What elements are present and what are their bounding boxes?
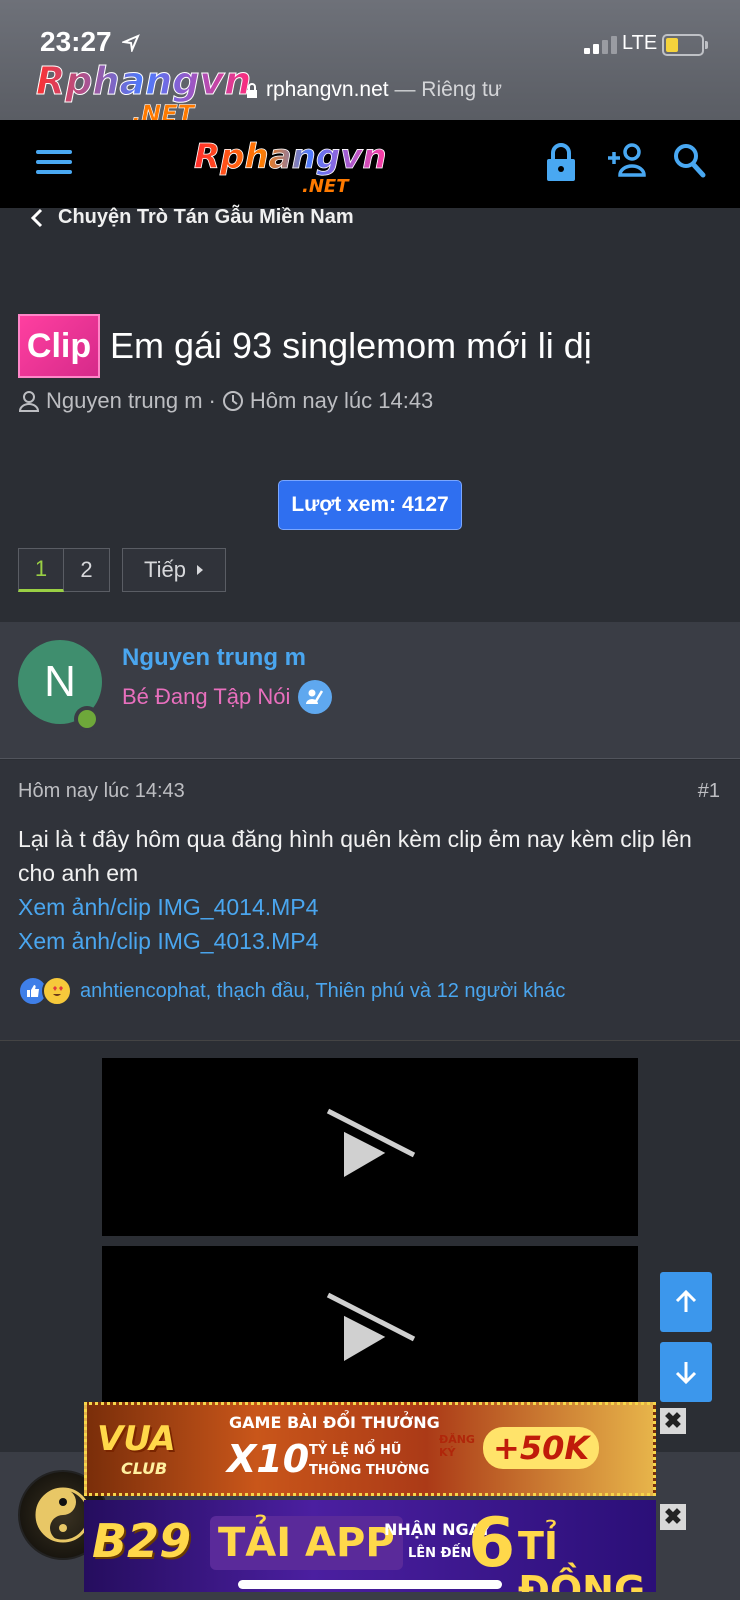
next-page-label: Tiếp bbox=[144, 557, 186, 582]
register-user-icon[interactable] bbox=[604, 142, 646, 178]
page-2-button[interactable]: 2 bbox=[64, 548, 110, 592]
post-message: Lại là t đây hôm qua đăng hình quên kèm … bbox=[18, 822, 718, 958]
reactions-bar[interactable]: anhtiencophat, thạch đầu, Thiên phú và 1… bbox=[18, 976, 565, 1006]
clock-icon bbox=[222, 391, 243, 411]
post-username[interactable]: Nguyen trung m bbox=[122, 644, 306, 672]
ad1-x10: X10 bbox=[227, 1437, 310, 1481]
post-text: Lại là t đây hôm qua đăng hình quên kèm … bbox=[18, 826, 692, 886]
ad1-bonus: +50K bbox=[483, 1427, 600, 1469]
ad1-line1: GAME BÀI ĐỔI THƯỞNG bbox=[229, 1413, 440, 1432]
ad1-brand: VUA bbox=[97, 1419, 176, 1459]
caret-right-icon bbox=[196, 565, 203, 575]
scroll-down-button[interactable] bbox=[660, 1342, 712, 1402]
login-lock-icon[interactable] bbox=[546, 142, 576, 182]
search-icon[interactable] bbox=[672, 142, 706, 178]
url-privacy: — Riêng tư bbox=[394, 78, 502, 101]
ad2-amount: 6 bbox=[468, 1504, 516, 1583]
svg-text:Rphangvn: Rphangvn bbox=[194, 137, 387, 177]
page-1-button[interactable]: 1 bbox=[18, 548, 64, 592]
ad1-rate2: THÔNG THƯỜNG bbox=[309, 1463, 430, 1478]
url-domain: rphangvn.net bbox=[266, 78, 389, 101]
rank-badge-icon bbox=[298, 680, 333, 714]
thread-author[interactable]: Nguyen trung m bbox=[46, 388, 203, 414]
ad2-line2: LÊN ĐẾN bbox=[408, 1546, 472, 1561]
site-logo-small: Rphangvn .NET bbox=[36, 59, 252, 127]
ad1-rate1: TỶ LỆ NỔ HŨ bbox=[309, 1443, 402, 1458]
location-arrow-icon bbox=[122, 34, 140, 52]
breadcrumb-label: Chuyện Trò Tán Gẫu Miền Nam bbox=[58, 206, 354, 228]
signal-icon bbox=[584, 36, 617, 54]
reactions-users[interactable]: anhtiencophat, thạch đầu, Thiên phú và 1… bbox=[80, 980, 565, 1003]
video-player-2[interactable] bbox=[102, 1246, 638, 1416]
meta-separator: · bbox=[208, 388, 216, 413]
thread-time[interactable]: Hôm nay lúc 14:43 bbox=[250, 388, 433, 414]
pagination: 1 2 Tiếp bbox=[18, 548, 226, 592]
thread-meta: Nguyen trung m · Hôm nay lúc 14:43 bbox=[18, 388, 433, 414]
breadcrumb[interactable]: Chuyện Trò Tán Gẫu Miền Nam bbox=[30, 206, 354, 229]
user-rank: Bé Đang Tập Nói bbox=[122, 680, 333, 714]
scroll-up-button[interactable] bbox=[660, 1272, 712, 1332]
post-user-card: N Nguyen trung m Bé Đang Tập Nói bbox=[0, 622, 740, 759]
ad2-cta: TẢI APP bbox=[210, 1516, 403, 1570]
thread-title-text: Em gái 93 singlemom mới li dị bbox=[110, 325, 592, 366]
ad1-signup: ĐĂNG KÝ bbox=[439, 1433, 475, 1459]
views-count-button[interactable]: Lượt xem: 4127 bbox=[278, 480, 462, 530]
play-disabled-icon bbox=[323, 1108, 416, 1177]
status-bar: 23:27 LTE Rphangvn .NET rphangvn.net — R… bbox=[0, 0, 740, 126]
online-status-icon bbox=[74, 706, 100, 732]
svg-text:Rphangvn: Rphangvn bbox=[36, 59, 251, 103]
svg-text:.NET: .NET bbox=[302, 176, 350, 197]
attachment-link-2[interactable]: Xem ảnh/clip IMG_4013.MP4 bbox=[18, 924, 718, 958]
site-logo[interactable]: Rphangvn .NET bbox=[194, 136, 406, 200]
arrow-up-icon bbox=[675, 1289, 697, 1312]
home-indicator[interactable] bbox=[238, 1580, 502, 1589]
user-rank-label: Bé Đang Tập Nói bbox=[122, 684, 291, 709]
post-content: Hôm nay lúc 14:43 #1 Lại là t đây hôm qu… bbox=[0, 760, 740, 1041]
browser-url[interactable]: rphangvn.net — Riêng tư bbox=[246, 78, 502, 102]
battery-icon bbox=[662, 34, 708, 56]
user-icon bbox=[18, 391, 40, 412]
ad-banner-vua-club[interactable]: VUA CLUB GAME BÀI ĐỔI THƯỞNG X10 TỶ LỆ N… bbox=[84, 1402, 656, 1496]
attachment-link-1[interactable]: Xem ảnh/clip IMG_4014.MP4 bbox=[18, 890, 718, 924]
lock-icon bbox=[247, 83, 257, 98]
post-number[interactable]: #1 bbox=[698, 780, 720, 803]
status-time: 23:27 bbox=[40, 26, 112, 57]
chevron-left-icon bbox=[30, 208, 43, 227]
ad-banner-b29[interactable]: B29 TẢI APP NHẬN NGAY LÊN ĐẾN 6 TỈ ĐỒNG bbox=[84, 1500, 656, 1592]
next-page-button[interactable]: Tiếp bbox=[122, 548, 226, 592]
thread-prefix-badge[interactable]: Clip bbox=[18, 314, 100, 378]
video-area bbox=[0, 1042, 740, 1452]
ad2-unit: TỈ ĐỒNG bbox=[518, 1524, 646, 1592]
network-type: LTE bbox=[622, 32, 658, 54]
love-eyes-reaction-icon bbox=[42, 976, 72, 1006]
site-header: Rphangvn .NET bbox=[0, 120, 740, 208]
ad2-brand: B29 bbox=[92, 1514, 192, 1568]
ad-close-button[interactable]: ✖ bbox=[660, 1504, 686, 1530]
ad-close-button[interactable]: ✖ bbox=[660, 1408, 686, 1434]
video-player-1[interactable] bbox=[102, 1058, 638, 1236]
ad1-sub: CLUB bbox=[121, 1459, 168, 1478]
post-date[interactable]: Hôm nay lúc 14:43 bbox=[18, 780, 185, 803]
menu-icon[interactable] bbox=[36, 150, 72, 180]
play-disabled-icon bbox=[323, 1292, 416, 1361]
thread-title: Clip Em gái 93 singlemom mới li dị bbox=[18, 314, 592, 378]
arrow-down-icon bbox=[675, 1362, 697, 1385]
